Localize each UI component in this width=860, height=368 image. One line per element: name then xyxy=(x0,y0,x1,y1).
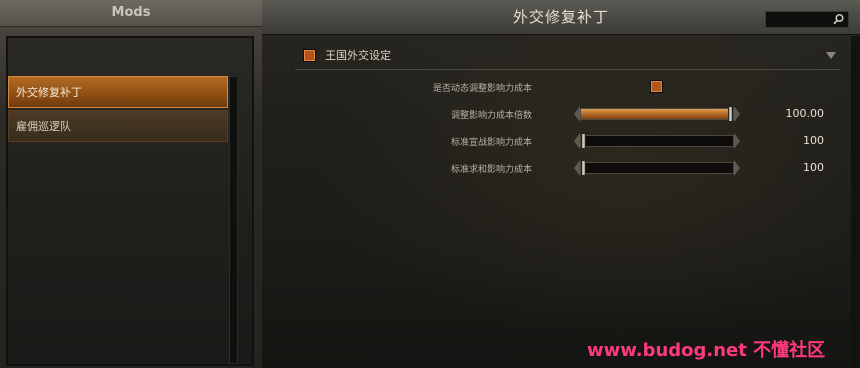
section-title: 王国外交设定 xyxy=(325,49,391,62)
section-kingdom-diplomacy[interactable]: 王国外交设定 xyxy=(295,44,840,70)
war-cost-value: 100 xyxy=(803,134,824,147)
settings-header: 外交修复补丁 xyxy=(262,0,860,35)
mod-list: 外交修复补丁 雇佣巡逻队 xyxy=(8,76,228,144)
chevron-down-icon[interactable] xyxy=(826,52,836,59)
setting-label-cost-multiplier: 调整影响力成本倍数 xyxy=(450,111,532,121)
slider-right-cap xyxy=(734,160,740,176)
mods-panel: Mods 外交修复补丁 雇佣巡逻队 xyxy=(0,0,262,368)
setting-label-war-cost: 标准宣战影响力成本 xyxy=(450,138,532,148)
search-icon[interactable] xyxy=(832,13,845,26)
peace-cost-slider[interactable] xyxy=(574,160,740,176)
watermark: www.budog.net 不懂社区 xyxy=(587,340,826,361)
slider-track[interactable] xyxy=(580,162,734,174)
setting-label-dynamic-cost: 是否动态调整影响力成本 xyxy=(432,84,532,94)
section-checkbox[interactable] xyxy=(303,49,316,62)
mod-item-mercenary-patrol[interactable]: 雇佣巡逻队 xyxy=(8,110,228,142)
slider-track[interactable] xyxy=(580,135,734,147)
settings-panel: 外交修复补丁 王国外交设定 是否动态调整影响力成本 调整影响力成本倍数 100.… xyxy=(262,0,860,368)
slider-right-cap xyxy=(734,133,740,149)
slider-right-cap xyxy=(734,106,740,122)
cost-multiplier-slider[interactable] xyxy=(574,106,740,122)
setting-label-peace-cost: 标准求和影响力成本 xyxy=(450,165,532,175)
cost-multiplier-value: 100.00 xyxy=(785,107,825,120)
search-input[interactable] xyxy=(765,11,849,28)
slider-fill xyxy=(581,109,733,119)
mods-list-scrollbar[interactable] xyxy=(229,76,238,364)
settings-scrollbar[interactable] xyxy=(851,36,860,368)
slider-handle[interactable] xyxy=(581,160,586,176)
slider-handle[interactable] xyxy=(581,133,586,149)
slider-track[interactable] xyxy=(580,108,734,120)
mod-item-diplomacy-fix[interactable]: 外交修复补丁 xyxy=(8,76,228,108)
peace-cost-value: 100 xyxy=(803,161,824,174)
mods-panel-title: Mods xyxy=(0,0,262,27)
slider-handle[interactable] xyxy=(728,106,733,122)
war-cost-slider[interactable] xyxy=(574,133,740,149)
dynamic-cost-checkbox[interactable] xyxy=(650,80,663,93)
